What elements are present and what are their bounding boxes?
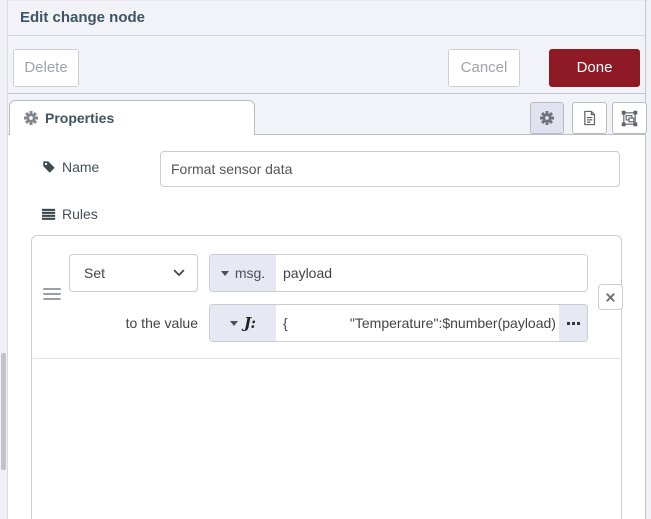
list-icon (42, 208, 56, 221)
delete-rule-button[interactable] (598, 284, 623, 310)
tab-properties[interactable]: Properties (9, 100, 255, 135)
rule-action-select[interactable]: Set (69, 254, 198, 292)
cancel-button[interactable]: Cancel (448, 49, 520, 87)
description-icon (582, 110, 597, 126)
done-button[interactable]: Done (549, 49, 640, 87)
triangle-down-icon (230, 321, 238, 326)
rules-list: Set msg. (31, 235, 622, 519)
gear-icon (24, 111, 38, 125)
node-appearance-button[interactable] (612, 102, 647, 134)
node-properties-button[interactable] (530, 102, 564, 134)
chevron-down-icon (173, 269, 185, 277)
tag-icon (42, 160, 56, 174)
dialog-body: Name Rules Set (8, 135, 645, 519)
to-the-value-label: to the value (69, 304, 198, 342)
ellipsis-icon (567, 322, 580, 325)
rule-value-input[interactable] (276, 305, 559, 341)
tab-bar: Properties (8, 94, 645, 135)
appearance-icon (621, 110, 638, 127)
rule-property-input[interactable] (276, 255, 587, 291)
name-label: Name (42, 159, 99, 175)
edit-change-node-dialog: Edit change node Delete Cancel Done (8, 0, 646, 519)
triangle-down-icon (221, 271, 229, 276)
gear-icon (540, 111, 554, 125)
property-type-button[interactable]: msg. (210, 255, 276, 291)
page-scrollbar[interactable] (0, 0, 8, 519)
dialog-title: Edit change node (20, 9, 145, 26)
scrollbar-thumb[interactable] (1, 353, 6, 470)
jsonata-type-label: J: (244, 314, 256, 332)
tab-properties-label: Properties (45, 110, 114, 126)
rule-value-typed-input: J: (209, 304, 588, 342)
rules-label: Rules (42, 206, 98, 222)
dialog-header: Edit change node (8, 0, 645, 36)
name-input[interactable] (160, 151, 620, 187)
rule-divider (33, 358, 620, 359)
node-description-button[interactable] (572, 102, 607, 134)
property-type-label: msg. (235, 265, 265, 281)
rule-drag-handle[interactable] (43, 288, 61, 304)
close-icon (606, 293, 615, 302)
dialog-toolbar: Delete Cancel Done (8, 36, 645, 94)
rule-property-typed-input: msg. (209, 254, 588, 292)
rule-action-value: Set (84, 265, 173, 281)
expression-editor-button[interactable] (559, 305, 587, 341)
value-type-button[interactable]: J: (210, 305, 276, 341)
delete-button[interactable]: Delete (13, 49, 79, 87)
